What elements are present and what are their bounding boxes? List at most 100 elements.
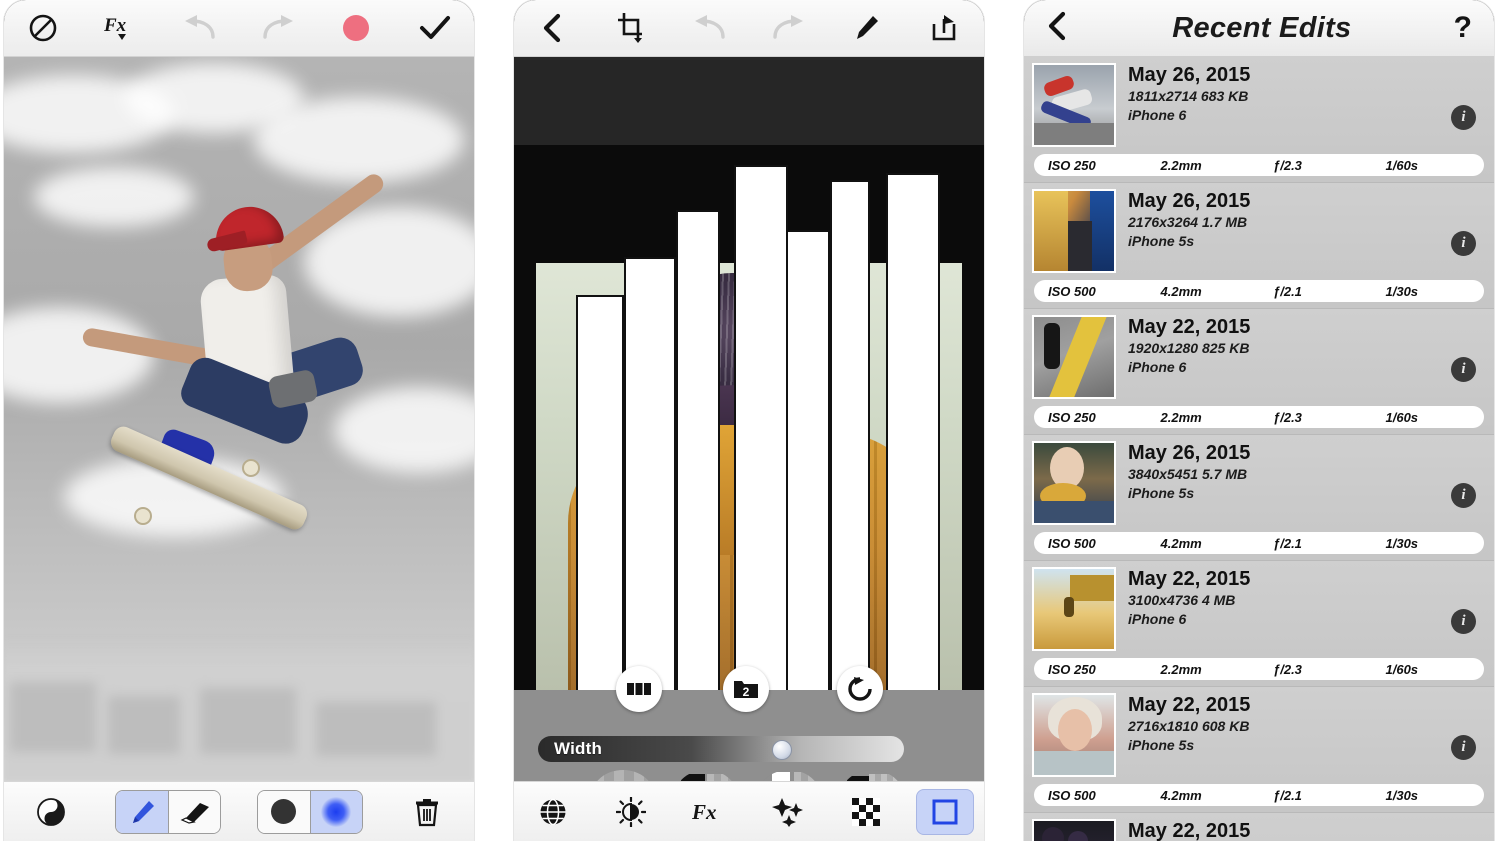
sparkle-icon[interactable] <box>759 789 817 835</box>
checkerboard-icon[interactable] <box>837 789 895 835</box>
info-button[interactable]: i <box>1451 105 1476 130</box>
item-device: iPhone 6 <box>1128 359 1187 375</box>
thumbnail <box>1032 819 1116 841</box>
help-icon[interactable]: ? <box>1454 13 1472 43</box>
undo-icon[interactable] <box>173 5 227 51</box>
list-item[interactable]: May 22, 2015 3100x4736 4 MB iPhone 6 i I… <box>1024 561 1494 687</box>
item-meta: May 22, 2015 1920x1280 825 KB iPhone 6 <box>1128 315 1250 377</box>
item-dimensions: 1920x1280 825 KB <box>1128 340 1250 356</box>
item-meta: May 26, 2015 3840x5451 5.7 MB iPhone 5s <box>1128 441 1250 503</box>
item-device: iPhone 5s <box>1128 233 1195 249</box>
grid-icon[interactable] <box>616 666 662 712</box>
item-meta: May 22, 2015 <box>1128 819 1250 841</box>
exif-shutter: 1/60s <box>1385 661 1419 677</box>
undo-icon[interactable] <box>683 5 737 51</box>
filter-squares-b[interactable]: Squares B... <box>667 770 745 781</box>
brightness-icon[interactable] <box>602 789 660 835</box>
soft-edge-icon[interactable] <box>309 790 362 833</box>
filter-fan-black[interactable]: Fan Black <box>833 770 911 781</box>
confirm-icon[interactable] <box>408 5 462 51</box>
editor-topbar: Fx <box>4 0 474 57</box>
item-date: May 22, 2015 <box>1128 568 1251 590</box>
collage-stage[interactable]: 2 Width <box>514 57 984 781</box>
item-date: May 26, 2015 <box>1128 190 1251 212</box>
info-button[interactable]: i <box>1451 609 1476 634</box>
editor-canvas[interactable] <box>4 57 474 781</box>
skater-subject <box>64 170 424 597</box>
filter-thumb <box>758 770 820 781</box>
thumbnail <box>1032 441 1116 525</box>
info-button[interactable]: i <box>1451 357 1476 382</box>
collage-photo <box>514 145 984 690</box>
panel-photo-editor: Fx <box>4 0 474 841</box>
filter-squares[interactable]: Squares... <box>750 770 828 781</box>
blurred-background <box>4 636 474 781</box>
edge-segmented-control[interactable] <box>256 789 363 834</box>
list-item[interactable]: May 22, 2015 i <box>1024 813 1494 841</box>
exif-focal: 2.2mm <box>1160 661 1202 677</box>
tool-segmented-control[interactable] <box>115 789 222 834</box>
cancel-icon[interactable] <box>16 5 70 51</box>
exif-iso: ISO 500 <box>1048 535 1096 551</box>
list-item[interactable]: May 26, 2015 2176x3264 1.7 MB iPhone 5s … <box>1024 183 1494 309</box>
list-item[interactable]: May 26, 2015 3840x5451 5.7 MB iPhone 5s … <box>1024 435 1494 561</box>
yin-yang-icon[interactable] <box>22 789 80 835</box>
trash-icon[interactable] <box>398 789 456 835</box>
info-button[interactable]: i <box>1451 483 1476 508</box>
share-icon[interactable] <box>918 5 972 51</box>
filter-thumb <box>841 770 903 781</box>
item-date: May 26, 2015 <box>1128 64 1251 86</box>
filter-and-white[interactable]: d White <box>584 770 662 781</box>
brush-icon[interactable] <box>116 790 169 833</box>
item-date: May 22, 2015 <box>1128 820 1251 841</box>
hard-edge-icon[interactable] <box>257 790 310 833</box>
exif-aperture: ƒ/2.1 <box>1273 283 1302 299</box>
item-device: iPhone 6 <box>1128 611 1187 627</box>
item-device: iPhone 5s <box>1128 737 1195 753</box>
list-item[interactable]: May 26, 2015 1811x2714 683 KB iPhone 6 i… <box>1024 57 1494 183</box>
exif-aperture: ƒ/2.3 <box>1273 661 1302 677</box>
item-meta: May 22, 2015 2716x1810 608 KB iPhone 5s <box>1128 693 1250 755</box>
rotate-icon[interactable] <box>837 666 883 712</box>
exif-row: ISO 250 2.2mm ƒ/2.3 1/60s <box>1034 658 1484 680</box>
thumbnail <box>1032 315 1116 399</box>
crop-icon[interactable] <box>604 5 658 51</box>
effects-icon[interactable]: Fx <box>681 789 739 835</box>
exif-focal: 2.2mm <box>1160 409 1202 425</box>
list-item[interactable]: May 22, 2015 2716x1810 608 KB iPhone 5s … <box>1024 687 1494 813</box>
collage-bottombar: Fx <box>514 781 984 841</box>
info-button[interactable]: i <box>1451 735 1476 760</box>
exif-aperture: ƒ/2.3 <box>1273 409 1302 425</box>
layers-count-icon[interactable]: 2 <box>723 666 769 712</box>
info-button[interactable]: i <box>1451 231 1476 256</box>
screenshot-root: Fx 2 Width Fx Recent Edits ? May 26, 201… <box>0 0 1500 841</box>
exif-row: ISO 500 4.2mm ƒ/2.1 1/30s <box>1034 532 1484 554</box>
redo-icon[interactable] <box>251 5 305 51</box>
item-dimensions: 3840x5451 5.7 MB <box>1128 466 1248 482</box>
back-icon[interactable] <box>526 5 580 51</box>
exif-row: ISO 500 4.2mm ƒ/2.1 1/30s <box>1034 280 1484 302</box>
item-dimensions: 2716x1810 608 KB <box>1128 718 1250 734</box>
filter-filmstrip[interactable]: d White Squares B... <box>584 770 984 781</box>
eraser-icon[interactable] <box>168 790 221 833</box>
item-dimensions: 2176x3264 1.7 MB <box>1128 214 1248 230</box>
exif-iso: ISO 250 <box>1048 409 1096 425</box>
exif-row: ISO 250 2.2mm ƒ/2.3 1/60s <box>1034 154 1484 176</box>
list-item[interactable]: May 22, 2015 1920x1280 825 KB iPhone 6 i… <box>1024 309 1494 435</box>
globe-icon[interactable] <box>524 789 582 835</box>
color-swatch[interactable] <box>329 5 383 51</box>
exif-shutter: 1/60s <box>1385 409 1419 425</box>
exif-iso: ISO 250 <box>1048 157 1096 173</box>
stage-letterbox <box>514 57 984 145</box>
item-date: May 22, 2015 <box>1128 694 1251 716</box>
redo-icon[interactable] <box>761 5 815 51</box>
back-icon[interactable] <box>1046 11 1070 46</box>
square-frame-icon[interactable] <box>915 788 974 835</box>
exif-row: ISO 500 4.2mm ƒ/2.1 1/30s <box>1034 784 1484 806</box>
width-slider[interactable]: Width <box>538 736 904 762</box>
recent-edits-list[interactable]: May 26, 2015 1811x2714 683 KB iPhone 6 i… <box>1024 57 1494 841</box>
effects-icon[interactable]: Fx <box>94 5 148 51</box>
width-slider-knob[interactable] <box>772 740 792 760</box>
brush-icon[interactable] <box>839 5 893 51</box>
thumbnail <box>1032 63 1116 147</box>
